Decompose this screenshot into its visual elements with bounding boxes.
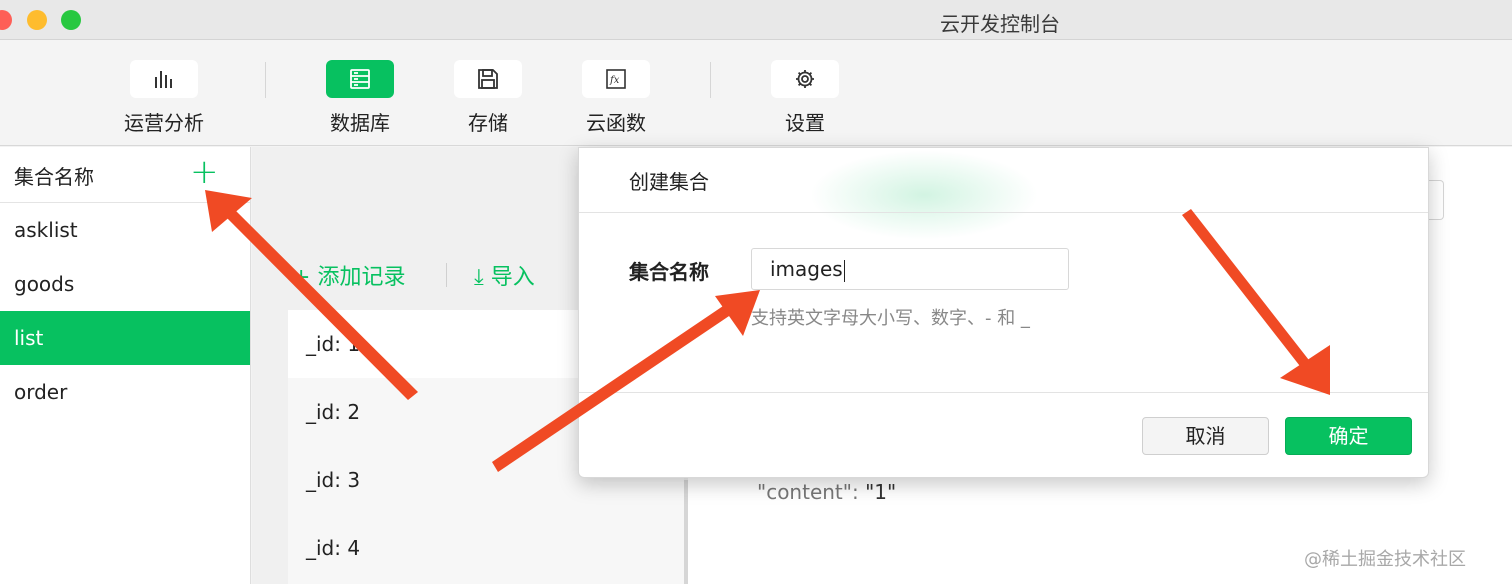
- toolbar-label: 云函数: [586, 111, 646, 135]
- confirm-button[interactable]: 确定: [1285, 417, 1412, 455]
- svg-text:fx: fx: [609, 75, 620, 86]
- add-record-label: 添加记录: [317, 265, 406, 290]
- toolbar-label: 数据库: [330, 111, 390, 135]
- import-button[interactable]: ⤓ 导入: [474, 259, 535, 291]
- toolbar-settings[interactable]: 设置: [750, 60, 860, 136]
- gear-icon: [771, 60, 839, 98]
- watermark: @稀土掘金技术社区: [1304, 549, 1466, 570]
- dialog-title: 创建集合: [629, 170, 709, 194]
- dialog-divider: [579, 212, 1428, 213]
- record-content-field: "content": "1": [757, 480, 896, 504]
- collection-name-label: 集合名称: [629, 260, 709, 284]
- action-separator: [446, 263, 447, 287]
- collection-sidebar: 集合名称 + asklist goods list order: [0, 147, 251, 584]
- close-window-button[interactable]: [0, 10, 12, 30]
- window-titlebar: 云开发控制台: [0, 0, 1512, 40]
- toolbar-label: 运营分析: [124, 111, 204, 135]
- zoom-window-button[interactable]: [61, 10, 81, 30]
- function-icon: fx: [582, 60, 650, 98]
- create-collection-dialog: 创建集合 集合名称 images 支持英文字母大小写、数字、- 和 _ 取消 确…: [578, 147, 1429, 478]
- toolbar-cloud-functions[interactable]: fx 云函数: [561, 60, 671, 136]
- toolbar-label: 存储: [468, 111, 508, 135]
- add-record-button[interactable]: + 添加记录: [292, 259, 405, 291]
- toolbar-storage[interactable]: 存储: [433, 60, 543, 136]
- toolbar-analytics[interactable]: 运营分析: [109, 60, 219, 136]
- window-title: 云开发控制台: [940, 12, 1060, 36]
- sidebar-item-goods[interactable]: goods: [0, 257, 250, 311]
- sidebar-header: 集合名称 +: [0, 147, 250, 203]
- sidebar-item-list[interactable]: list: [0, 311, 250, 365]
- download-icon: ⤓: [474, 265, 484, 290]
- input-value: images: [770, 257, 843, 281]
- toolbar-separator: [265, 62, 266, 98]
- cancel-button[interactable]: 取消: [1142, 417, 1269, 455]
- collection-name-input[interactable]: images: [751, 248, 1069, 290]
- input-hint: 支持英文字母大小写、数字、- 和 _: [751, 308, 1030, 329]
- toolbar-separator: [710, 62, 711, 98]
- database-icon: [326, 60, 394, 98]
- sidebar-item-order[interactable]: order: [0, 365, 250, 419]
- sidebar-item-asklist[interactable]: asklist: [0, 203, 250, 257]
- bar-chart-icon: [130, 60, 198, 98]
- text-caret: [843, 259, 845, 282]
- field-value: "1": [865, 480, 897, 504]
- add-collection-icon[interactable]: +: [190, 155, 219, 189]
- main-toolbar: 运营分析 数据库 存储 fx 云函数 设置: [0, 40, 1512, 146]
- panel-divider[interactable]: [684, 480, 688, 584]
- record-row[interactable]: _id: 4: [288, 514, 684, 582]
- toolbar-label: 设置: [785, 111, 825, 135]
- dialog-footer-divider: [579, 392, 1428, 393]
- dialog-glow: [809, 150, 1039, 240]
- save-icon: [454, 60, 522, 98]
- field-key: "content":: [757, 480, 859, 504]
- import-label: 导入: [490, 265, 535, 290]
- toolbar-database[interactable]: 数据库: [305, 60, 415, 136]
- sidebar-title: 集合名称: [14, 165, 94, 189]
- minimize-window-button[interactable]: [27, 10, 47, 30]
- plus-icon: +: [292, 265, 311, 290]
